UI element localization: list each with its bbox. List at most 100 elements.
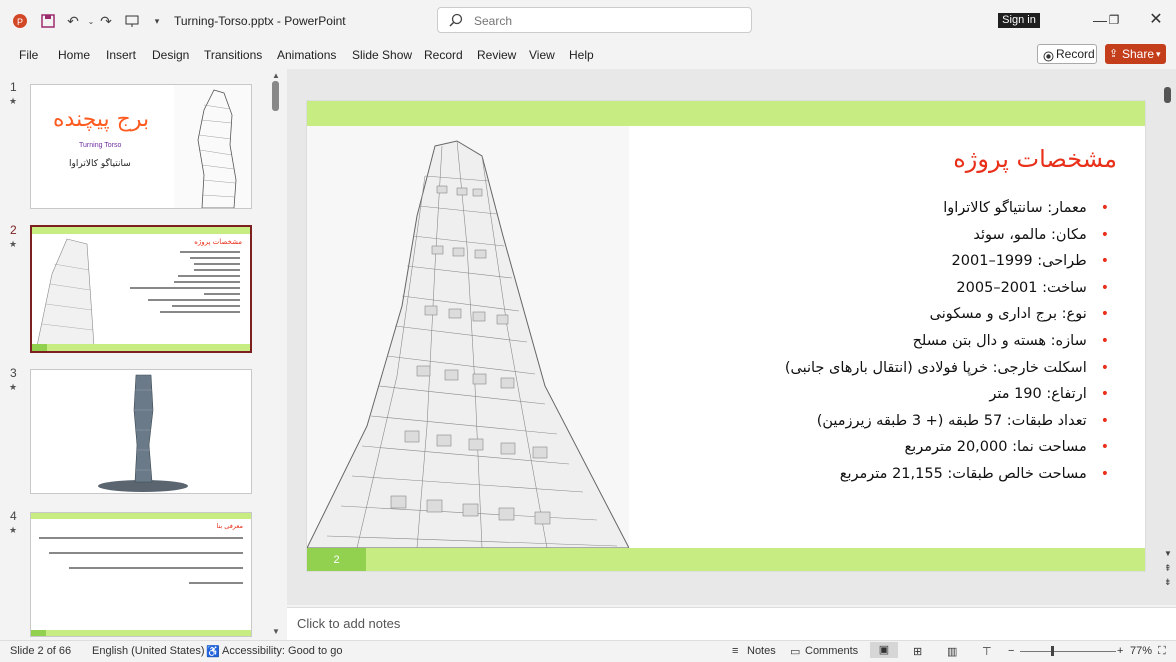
tower-model-image [98,374,188,492]
notes-placeholder[interactable]: Click to add notes [297,616,400,631]
save-icon[interactable] [39,12,57,30]
slide-top-band [307,101,1145,126]
scrollbar-thumb[interactable] [272,81,279,111]
bullet-item: •اسکلت خارجی: خرپا فولادی (انتقال بارهای… [784,359,1109,376]
bullet-dot-icon: • [1100,332,1109,349]
tab-review[interactable]: Review [477,48,516,62]
bullet-item: •تعداد طبقات: 57 طبقه (+ 3 طبقه زیرزمین) [816,412,1109,429]
slide-counter: Slide 2 of 66 [10,645,72,657]
language-indicator[interactable]: English (United States) [92,645,205,657]
notes-icon[interactable]: ≡ [732,645,738,657]
notes-toggle[interactable]: Notes [747,645,776,657]
search-input[interactable] [472,11,746,31]
bullet-dot-icon: • [1100,359,1109,376]
bullet-item: •سازه: هسته و دال بتن مسلح [912,332,1109,349]
thumbnail-number: 3 [10,366,17,380]
thumb-subtitle: Turning Torso [79,142,122,149]
tower-sketch-image [307,126,629,548]
slide-thumbnail-4[interactable]: معرفی بنا [30,512,252,637]
document-title: Turning-Torso.pptx - PowerPoint [174,14,346,28]
slide-thumbnail-3[interactable] [30,369,252,494]
tower-sketch-image [174,85,251,208]
next-slide-icon[interactable]: ⇟ [1164,577,1172,588]
slide-scrollbar-thumb[interactable] [1164,87,1171,103]
zoom-slider[interactable] [1020,651,1116,652]
share-button[interactable]: ⇪ Share ▾ [1105,44,1166,64]
bullet-item: •طراحی: 1999–2001 [951,253,1109,270]
bullet-item: •نوع: برج اداری و مسکونی [929,306,1109,323]
tab-design[interactable]: Design [152,48,189,62]
share-label: Share [1122,47,1155,61]
slide-title[interactable]: مشخصات پروژه [953,145,1117,173]
thumbnail-scrollbar[interactable]: ▲ ▼ [270,69,282,640]
scroll-up-icon[interactable]: ▲ [272,71,280,80]
slide-thumbnail-pane: 1 ★ برج پیچنده Turning Torso سانتیاگو کا… [0,69,270,640]
thumbnail-number: 1 [10,80,17,94]
search-icon [449,13,463,30]
redo-icon[interactable]: ↷ [97,12,115,30]
slide-show-icon[interactable]: ⊤ [982,645,992,658]
bullet-dot-icon: • [1100,253,1109,270]
slide-thumbnail-1[interactable]: برج پیچنده Turning Torso سانتیاگو کالاتر… [30,84,252,209]
current-slide[interactable]: مشخصات پروژه •معمار: سانتیاگو کالاتراوا … [306,100,1146,572]
slide-number: 2 [307,548,366,571]
thumbnail-number: 2 [10,223,17,237]
normal-view-icon[interactable]: ▣ [870,642,898,658]
thumb-author: سانتیاگو کالاتراوا [69,159,131,169]
reading-view-icon[interactable]: ▥ [947,645,957,658]
slide-sorter-icon[interactable]: ⊞ [913,645,922,658]
customize-toolbar-icon[interactable]: ▾ [148,12,166,30]
comments-toggle[interactable]: Comments [805,645,858,657]
tab-help[interactable]: Help [569,48,594,62]
bullet-dot-icon: • [1100,200,1109,216]
transition-star-icon: ★ [9,382,18,392]
scroll-down-icon[interactable]: ▼ [1164,549,1172,558]
status-bar: Slide 2 of 66 English (United States) ♿ … [0,640,1176,662]
bullet-item: •معمار: سانتیاگو کالاتراوا [943,200,1109,216]
tab-insert[interactable]: Insert [106,48,136,62]
tab-view[interactable]: View [529,48,555,62]
bullet-list[interactable]: •معمار: سانتیاگو کالاتراوا •مکان: مالمو،… [785,195,1109,488]
thumb-text-lines [39,537,243,584]
accessibility-status[interactable]: Accessibility: Good to go [222,645,342,657]
bullet-dot-icon: • [1100,279,1109,296]
scroll-down-icon[interactable]: ▼ [272,627,280,636]
powerpoint-logo-icon: P [11,12,29,30]
undo-icon[interactable]: ↶ [64,12,82,30]
bullet-item: •مساحت خالص طبقات: 21,155 مترمربع [839,465,1109,482]
record-label: Record [1056,47,1095,61]
share-icon: ⇪ [1109,48,1119,60]
restore-icon[interactable]: ❐ [1104,10,1124,30]
zoom-slider-handle[interactable] [1051,646,1054,656]
tab-animations[interactable]: Animations [277,48,336,62]
bullet-item: •ساخت: 2001–2005 [956,279,1109,296]
record-button[interactable]: Record [1037,44,1097,64]
close-icon[interactable]: ✕ [1146,10,1166,30]
bullet-dot-icon: • [1100,412,1109,429]
bullet-dot-icon: • [1100,439,1109,456]
svg-text:P: P [17,17,23,27]
comments-icon[interactable]: ▭ [790,645,800,658]
notes-pane[interactable]: Click to add notes [287,607,1176,640]
bullet-item: •ارتفاع: 190 متر [989,386,1109,403]
thumbnail-number: 4 [10,509,17,523]
accessibility-icon[interactable]: ♿ [206,645,220,658]
previous-slide-icon[interactable]: ⇞ [1164,563,1172,574]
tab-record[interactable]: Record [424,48,463,62]
record-icon [1043,49,1054,67]
tab-transitions[interactable]: Transitions [204,48,262,62]
present-from-beginning-icon[interactable] [123,12,141,30]
thumb-title: معرفی بنا [216,522,243,530]
bullet-dot-icon: • [1100,226,1109,243]
zoom-out-icon[interactable]: − [1008,645,1014,657]
sign-in-button[interactable]: Sign in [998,13,1040,28]
tab-file[interactable]: File [19,48,38,62]
slide-bottom-band [307,548,1145,571]
zoom-level[interactable]: 77% [1130,645,1152,657]
fit-slide-icon[interactable]: ⛶ [1158,645,1166,658]
tab-slide-show[interactable]: Slide Show [352,48,412,62]
search-box[interactable] [437,7,752,33]
tab-home[interactable]: Home [58,48,90,62]
zoom-in-icon[interactable]: + [1117,645,1123,657]
slide-thumbnail-2[interactable]: مشخصات پروژه [30,225,252,353]
